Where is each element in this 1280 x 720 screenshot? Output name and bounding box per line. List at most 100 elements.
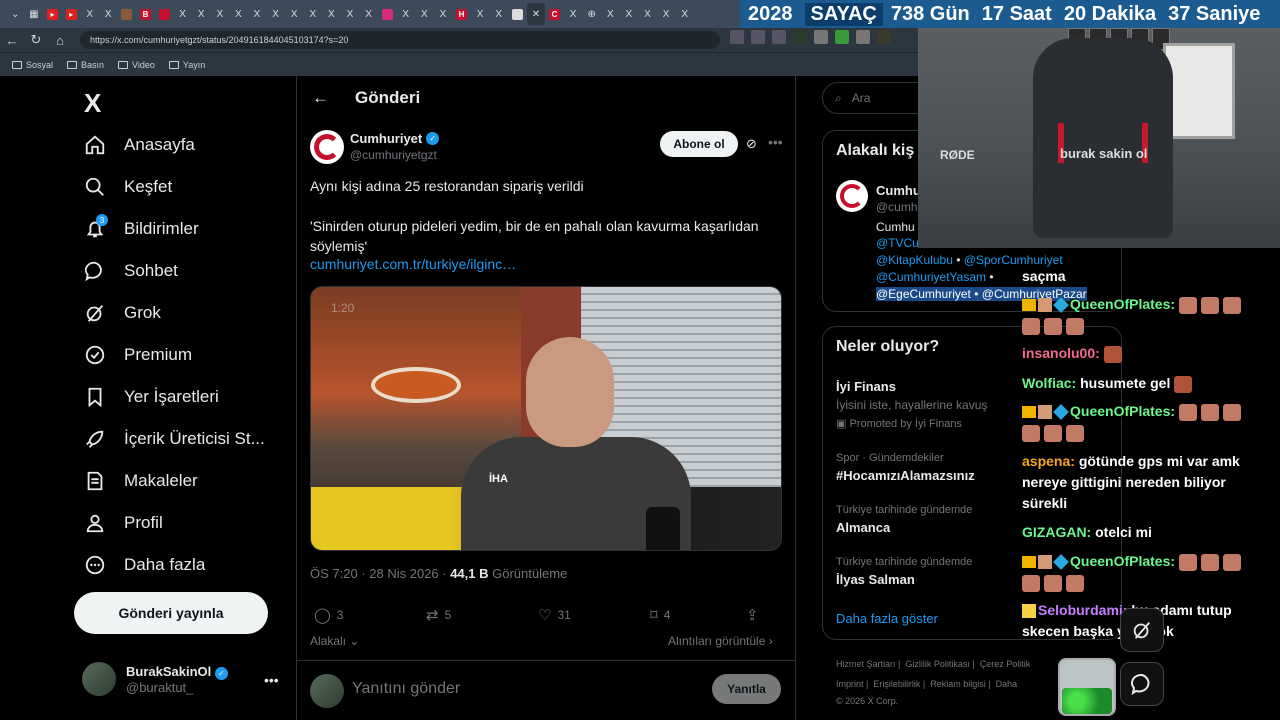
- tab-grid-icon[interactable]: ▦: [25, 3, 44, 25]
- nav-item-creator-studio[interactable]: İçerik Üreticisi St...: [84, 428, 265, 450]
- trend-title[interactable]: İyi Finans: [836, 379, 896, 394]
- footer-link[interactable]: Erişilebilirlik: [873, 679, 920, 689]
- subscribe-button[interactable]: Abone ol: [660, 131, 738, 157]
- browser-tab[interactable]: X: [434, 3, 453, 25]
- extension-icon[interactable]: [877, 30, 891, 44]
- post-button[interactable]: Gönderi yayınla: [74, 592, 268, 634]
- extension-icon[interactable]: [751, 30, 765, 44]
- extension-icon[interactable]: [856, 30, 870, 44]
- reload-icon[interactable]: ↻: [24, 32, 48, 48]
- reply-submit-button[interactable]: Yanıtla: [712, 674, 781, 704]
- browser-tab[interactable]: X: [471, 3, 490, 25]
- browser-tab[interactable]: B: [136, 3, 155, 25]
- browser-tab[interactable]: X: [657, 3, 676, 25]
- browser-tab[interactable]: X: [341, 3, 360, 25]
- nav-item-profile[interactable]: Profil: [84, 512, 163, 534]
- browser-tab[interactable]: X: [99, 3, 118, 25]
- nav-item-bookmarks[interactable]: Yer İşaretleri: [84, 386, 219, 408]
- chat-username[interactable]: aspena:: [1022, 453, 1075, 469]
- reply-input[interactable]: Yanıtını gönder: [352, 680, 460, 698]
- footer-link[interactable]: Daha: [996, 679, 1018, 689]
- chat-username[interactable]: GIZAGAN:: [1022, 524, 1091, 540]
- browser-tab[interactable]: X: [415, 3, 434, 25]
- more-horizontal-icon[interactable]: •••: [768, 134, 783, 150]
- show-more-link[interactable]: Daha fazla göster: [836, 611, 938, 626]
- browser-tab[interactable]: X: [638, 3, 657, 25]
- browser-tab[interactable]: X: [564, 3, 583, 25]
- extension-icon[interactable]: [835, 30, 849, 44]
- extension-icon[interactable]: [793, 30, 807, 44]
- mention-link[interactable]: @CumhuriyetYasam: [876, 270, 986, 284]
- browser-tab[interactable]: [508, 3, 527, 25]
- browser-tab[interactable]: [378, 3, 397, 25]
- chat-username[interactable]: QueenOfPlates:: [1070, 403, 1175, 419]
- bookmark-folder[interactable]: Yayın: [168, 60, 205, 70]
- browser-tab[interactable]: X: [489, 3, 508, 25]
- like-button[interactable]: ♡ 31: [538, 606, 650, 624]
- bookmark-folder[interactable]: Sosyal: [12, 60, 53, 70]
- browser-tab[interactable]: ▸: [62, 3, 81, 25]
- grok-floating-icon[interactable]: [1120, 608, 1164, 652]
- share-button[interactable]: ⇪: [746, 606, 776, 624]
- chat-username[interactable]: insanolu00:: [1022, 345, 1100, 361]
- relevant-handle[interactable]: @cumh: [876, 200, 918, 214]
- relevant-name[interactable]: Cumhu: [876, 183, 921, 198]
- url-field[interactable]: https://x.com/cumhuriyetgzt/status/20491…: [80, 31, 720, 49]
- browser-tab-active[interactable]: ✕: [526, 3, 546, 25]
- browser-tab[interactable]: X: [396, 3, 415, 25]
- nav-item-articles[interactable]: Makaleler: [84, 470, 198, 492]
- browser-tab[interactable]: X: [620, 3, 639, 25]
- nav-item-home[interactable]: Anasayfa: [84, 134, 195, 156]
- x-logo[interactable]: X: [84, 88, 101, 119]
- nav-item-premium[interactable]: Premium: [84, 344, 192, 366]
- browser-tab[interactable]: X: [304, 3, 323, 25]
- browser-tab[interactable]: X: [229, 3, 248, 25]
- browser-tab[interactable]: X: [80, 3, 99, 25]
- relevant-avatar[interactable]: [836, 180, 868, 212]
- browser-tab[interactable]: [155, 3, 174, 25]
- star-icon[interactable]: [772, 30, 786, 44]
- mention-link[interactable]: @EgeCumhuriyet: [876, 287, 971, 301]
- browser-tab[interactable]: X: [675, 3, 694, 25]
- browser-tab[interactable]: X: [285, 3, 304, 25]
- browser-tab[interactable]: X: [248, 3, 267, 25]
- footer-link[interactable]: Gizlilik Politikası: [905, 659, 970, 669]
- browser-tab[interactable]: X: [359, 3, 378, 25]
- post-video[interactable]: 1:20 İHA: [310, 286, 782, 551]
- mention-link[interactable]: @KitapKulubu: [876, 253, 953, 267]
- mention-link[interactable]: @SporCumhuriyet: [964, 253, 1063, 267]
- trend-title[interactable]: İlyas Salman: [836, 572, 915, 587]
- nav-item-explore[interactable]: Keşfet: [84, 176, 172, 198]
- browser-tab[interactable]: X: [192, 3, 211, 25]
- nav-item-grok[interactable]: Grok: [84, 302, 161, 324]
- browser-tab[interactable]: ⊕: [582, 3, 601, 25]
- bookmark-folder[interactable]: Basın: [67, 60, 104, 70]
- browser-tab[interactable]: ▸: [43, 3, 62, 25]
- footer-link[interactable]: Çerez Politik: [980, 659, 1031, 669]
- footer-link[interactable]: Imprint: [836, 679, 864, 689]
- footer-link[interactable]: Hizmet Şartları: [836, 659, 896, 669]
- browser-tab[interactable]: C: [545, 3, 564, 25]
- browser-tab[interactable]: X: [211, 3, 230, 25]
- browser-tab[interactable]: X: [173, 3, 192, 25]
- more-horizontal-icon[interactable]: •••: [264, 672, 279, 688]
- chat-username[interactable]: Seloburdami:: [1038, 602, 1127, 618]
- bookmark-folder[interactable]: Video: [118, 60, 155, 70]
- back-icon[interactable]: ←: [0, 33, 24, 48]
- grok-icon[interactable]: ⊘: [746, 136, 757, 152]
- reply-button[interactable]: ◯ 3: [314, 606, 426, 624]
- account-switcher[interactable]: BurakSakinOl ✓ @buraktut_: [82, 662, 228, 696]
- nav-item-more[interactable]: Daha fazla: [84, 554, 205, 576]
- chat-username[interactable]: QueenOfPlates:: [1070, 553, 1175, 569]
- repost-button[interactable]: ⇄ 5: [426, 606, 538, 624]
- trend-title[interactable]: #HocamızıAlamazsınız: [836, 468, 975, 483]
- author-name[interactable]: Cumhuriyet ✓: [350, 131, 440, 146]
- extension-icon[interactable]: [814, 30, 828, 44]
- browser-tab[interactable]: H: [452, 3, 471, 25]
- author-handle[interactable]: @cumhuriyetgzt: [350, 148, 437, 162]
- browser-tab[interactable]: X: [266, 3, 285, 25]
- trend-title[interactable]: Almanca: [836, 520, 890, 535]
- back-arrow-icon[interactable]: ←: [312, 88, 329, 108]
- related-dropdown[interactable]: Alakalı ⌄: [310, 634, 359, 648]
- browser-tab[interactable]: [118, 3, 137, 25]
